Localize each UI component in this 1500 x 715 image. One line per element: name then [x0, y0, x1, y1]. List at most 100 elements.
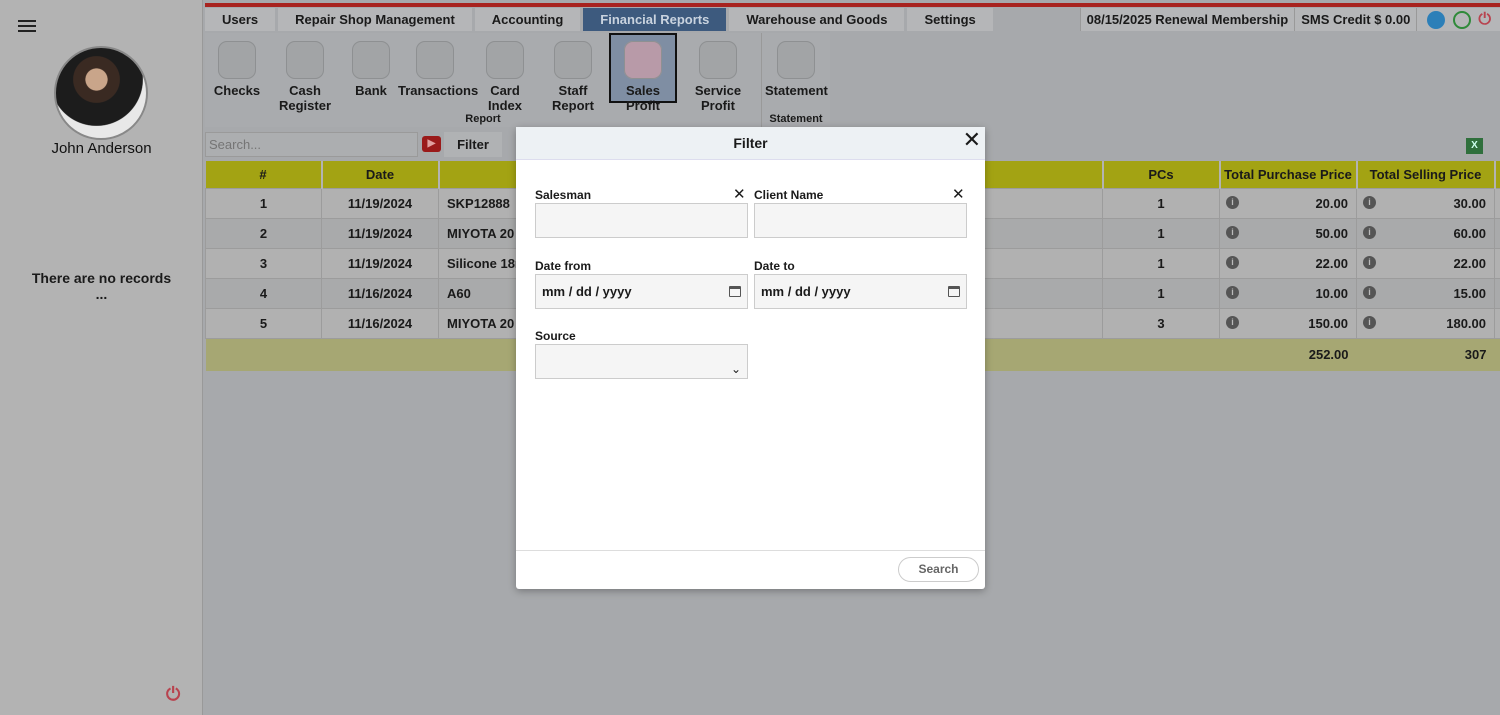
tab-financial-reports[interactable]: Financial Reports — [583, 8, 727, 31]
info-icon[interactable]: i — [1363, 285, 1376, 299]
cell-value: 3 — [1157, 315, 1165, 331]
info-icon[interactable]: i — [1226, 315, 1239, 329]
total-cell — [1102, 338, 1220, 371]
cell-value: 150.00 — [1308, 315, 1348, 331]
service-profit-button[interactable]: Service Profit — [678, 35, 758, 113]
cell-value: 11/19/2024 — [347, 195, 413, 211]
date-to-label: Date to — [754, 259, 795, 273]
transactions-button[interactable]: Transactions — [398, 35, 478, 103]
table-cell: i 150.00 — [1219, 307, 1357, 339]
column-header[interactable]: PCs — [1102, 161, 1221, 188]
table-cell: i 50.00 — [1219, 217, 1357, 249]
table-cell: 11/19/2024 — [321, 247, 439, 279]
checks-button[interactable]: Checks — [213, 35, 261, 103]
sales-profit-icon — [624, 41, 662, 79]
excel-export-icon[interactable]: X — [1466, 138, 1483, 154]
statement-button[interactable]: Statement — [765, 35, 828, 103]
table-cell — [1494, 277, 1500, 309]
play-icon[interactable]: ▶ — [422, 136, 441, 152]
checks-icon — [218, 41, 256, 79]
table-cell — [1494, 247, 1500, 279]
empty-state: There are no records... — [0, 270, 203, 302]
cash-register-button[interactable]: Cash Register — [263, 35, 347, 113]
whatsapp-icon[interactable] — [1453, 10, 1472, 29]
total-cell: 252.00 — [1219, 338, 1357, 371]
tab-warehouse[interactable]: Warehouse and Goods — [729, 8, 905, 31]
card-index-label: Card Index — [488, 83, 522, 113]
table-cell: 1 — [1102, 277, 1220, 309]
salesman-field[interactable] — [535, 203, 748, 238]
power-icon[interactable]: ⏻ — [166, 684, 180, 705]
column-header[interactable]: Total Selling Price — [1356, 161, 1496, 188]
card-index-button[interactable]: Card Index — [473, 35, 537, 113]
date-from-field[interactable]: mm / dd / yyyy — [535, 274, 748, 309]
info-icon[interactable]: i — [1363, 315, 1376, 329]
table-cell: 3 — [205, 247, 322, 279]
date-to-placeholder: mm / dd / yyyy — [761, 284, 851, 299]
column-header[interactable]: Date — [321, 161, 440, 188]
table-cell — [1494, 187, 1500, 219]
date-to-field[interactable]: mm / dd / yyyy — [754, 274, 967, 309]
calendar-icon[interactable] — [729, 286, 741, 297]
statement-label: Statement — [765, 83, 828, 98]
calendar-icon[interactable] — [948, 286, 960, 297]
bank-button[interactable]: Bank — [351, 35, 391, 103]
table-cell: 2 — [205, 217, 322, 249]
service-profit-label: Service Profit — [694, 83, 742, 113]
table-cell: i 22.00 — [1356, 247, 1495, 279]
info-icon[interactable]: i — [1363, 195, 1376, 209]
clear-salesman-icon[interactable]: ✕ — [733, 185, 746, 203]
table-cell: i 10.00 — [1219, 277, 1357, 309]
group-label-report: Report — [465, 113, 501, 125]
cell-value: 50.00 — [1315, 225, 1348, 241]
close-icon[interactable]: ✕ — [963, 128, 981, 152]
info-icon[interactable]: i — [1363, 225, 1376, 239]
info-icon[interactable]: i — [1226, 195, 1239, 209]
menu-icon[interactable] — [18, 20, 36, 34]
statement-icon — [777, 41, 815, 79]
info-icon[interactable]: i — [1226, 255, 1239, 269]
cell-value: Silicone 18r — [447, 255, 520, 271]
tab-repair-shop[interactable]: Repair Shop Management — [278, 8, 472, 31]
cell-value: 15.00 — [1453, 285, 1486, 301]
table-cell: 1 — [205, 187, 322, 219]
renewal-text[interactable]: 08/15/2025 Renewal Membership — [1079, 8, 1295, 31]
tab-users[interactable]: Users — [205, 8, 276, 31]
top-accent-line — [205, 3, 1500, 7]
table-cell — [1494, 217, 1500, 249]
source-select[interactable]: ⌄ — [535, 344, 748, 379]
table-cell — [1494, 307, 1500, 339]
filter-button[interactable]: Filter — [444, 132, 502, 157]
cell-value: MIYOTA 20 — [447, 225, 515, 241]
search-button[interactable]: Search — [898, 557, 979, 582]
column-header[interactable]: # — [205, 161, 323, 188]
info-icon[interactable]: i — [1226, 225, 1239, 239]
info-icon[interactable]: i — [1226, 285, 1239, 299]
date-from-label: Date from — [535, 259, 592, 273]
source-label: Source — [535, 329, 576, 343]
telegram-icon[interactable] — [1427, 10, 1446, 29]
cell-value: 1 — [1157, 225, 1165, 241]
tab-settings[interactable]: Settings — [907, 8, 993, 31]
total-cell: 307 — [1356, 338, 1495, 371]
table-cell: 11/19/2024 — [321, 217, 439, 249]
tab-accounting[interactable]: Accounting — [474, 8, 581, 31]
client-name-field[interactable] — [754, 203, 967, 238]
table-cell: 1 — [1102, 217, 1220, 249]
table-cell: i 180.00 — [1356, 307, 1495, 339]
table-cell: 11/16/2024 — [321, 277, 439, 309]
staff-report-button[interactable]: Staff Report — [538, 35, 608, 113]
column-header[interactable] — [1494, 161, 1500, 188]
column-header[interactable]: Total Purchase Price — [1219, 161, 1358, 188]
info-icon[interactable]: i — [1363, 255, 1376, 269]
cash-register-label: Cash Register — [278, 83, 332, 113]
cell-value: MIYOTA 20 — [447, 315, 515, 331]
power-icon[interactable]: ⏻ — [1478, 8, 1491, 31]
clear-client-icon[interactable]: ✕ — [952, 185, 965, 203]
search-input[interactable] — [205, 132, 418, 157]
cell-value: 22.00 — [1453, 255, 1486, 271]
cell-value: 20.00 — [1315, 195, 1348, 211]
sms-credit[interactable]: SMS Credit $ 0.00 — [1294, 8, 1416, 31]
cell-value: 22.00 — [1315, 255, 1348, 271]
sales-profit-button[interactable]: Sales Profit — [609, 33, 677, 113]
